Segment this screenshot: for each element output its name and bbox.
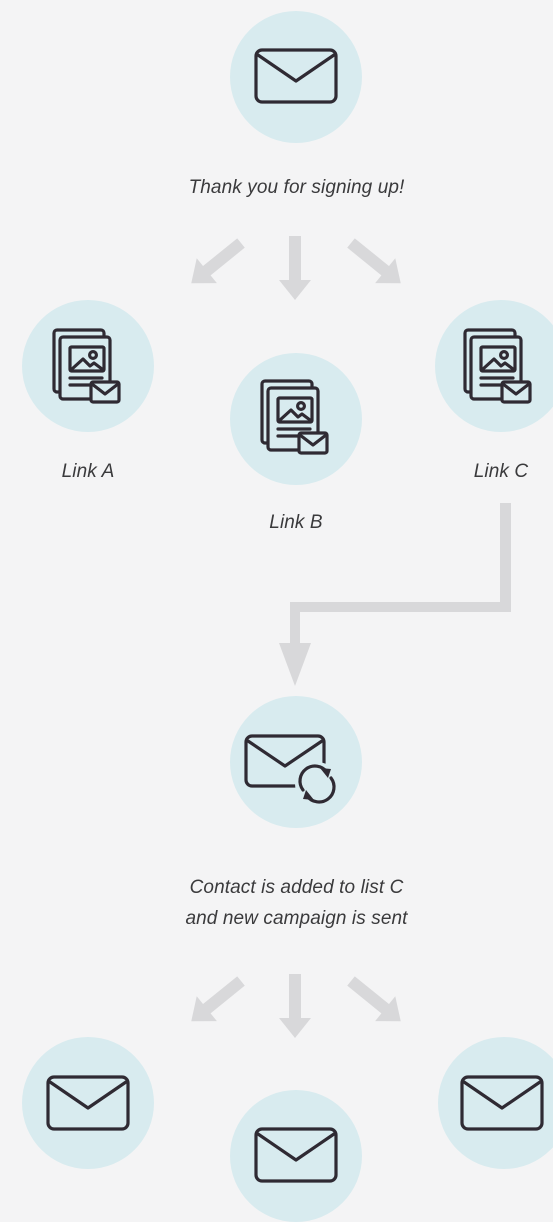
flow-diagram: Thank you for signing up! Link A Link B …	[0, 0, 553, 1222]
envelope-icon	[230, 11, 362, 143]
arrow-to-output-c	[340, 968, 411, 1034]
newsletter-icon	[230, 353, 362, 485]
link-c-label: Link C	[473, 461, 529, 482]
envelope-icon	[230, 1090, 362, 1222]
link-a-label: Link A	[61, 461, 115, 482]
newsletter-icon	[22, 300, 154, 432]
stage-2-caption-line-2: and new campaign is sent	[185, 908, 408, 929]
envelope-icon	[438, 1037, 553, 1169]
stage-1-caption: Thank you for signing up!	[188, 177, 405, 198]
newsletter-icon	[435, 300, 553, 432]
envelope-icon	[22, 1037, 154, 1169]
arrow-to-link-c	[340, 230, 411, 296]
stage-2-caption-line-1: Contact is added to list C	[189, 877, 404, 898]
arrow-to-output-a	[181, 968, 252, 1034]
link-b-label: Link B	[269, 512, 323, 533]
arrow-to-link-a	[181, 230, 252, 296]
envelope-sync-icon	[230, 696, 362, 828]
arrow-to-link-b	[279, 236, 311, 300]
arrow-to-output-b	[279, 974, 311, 1038]
